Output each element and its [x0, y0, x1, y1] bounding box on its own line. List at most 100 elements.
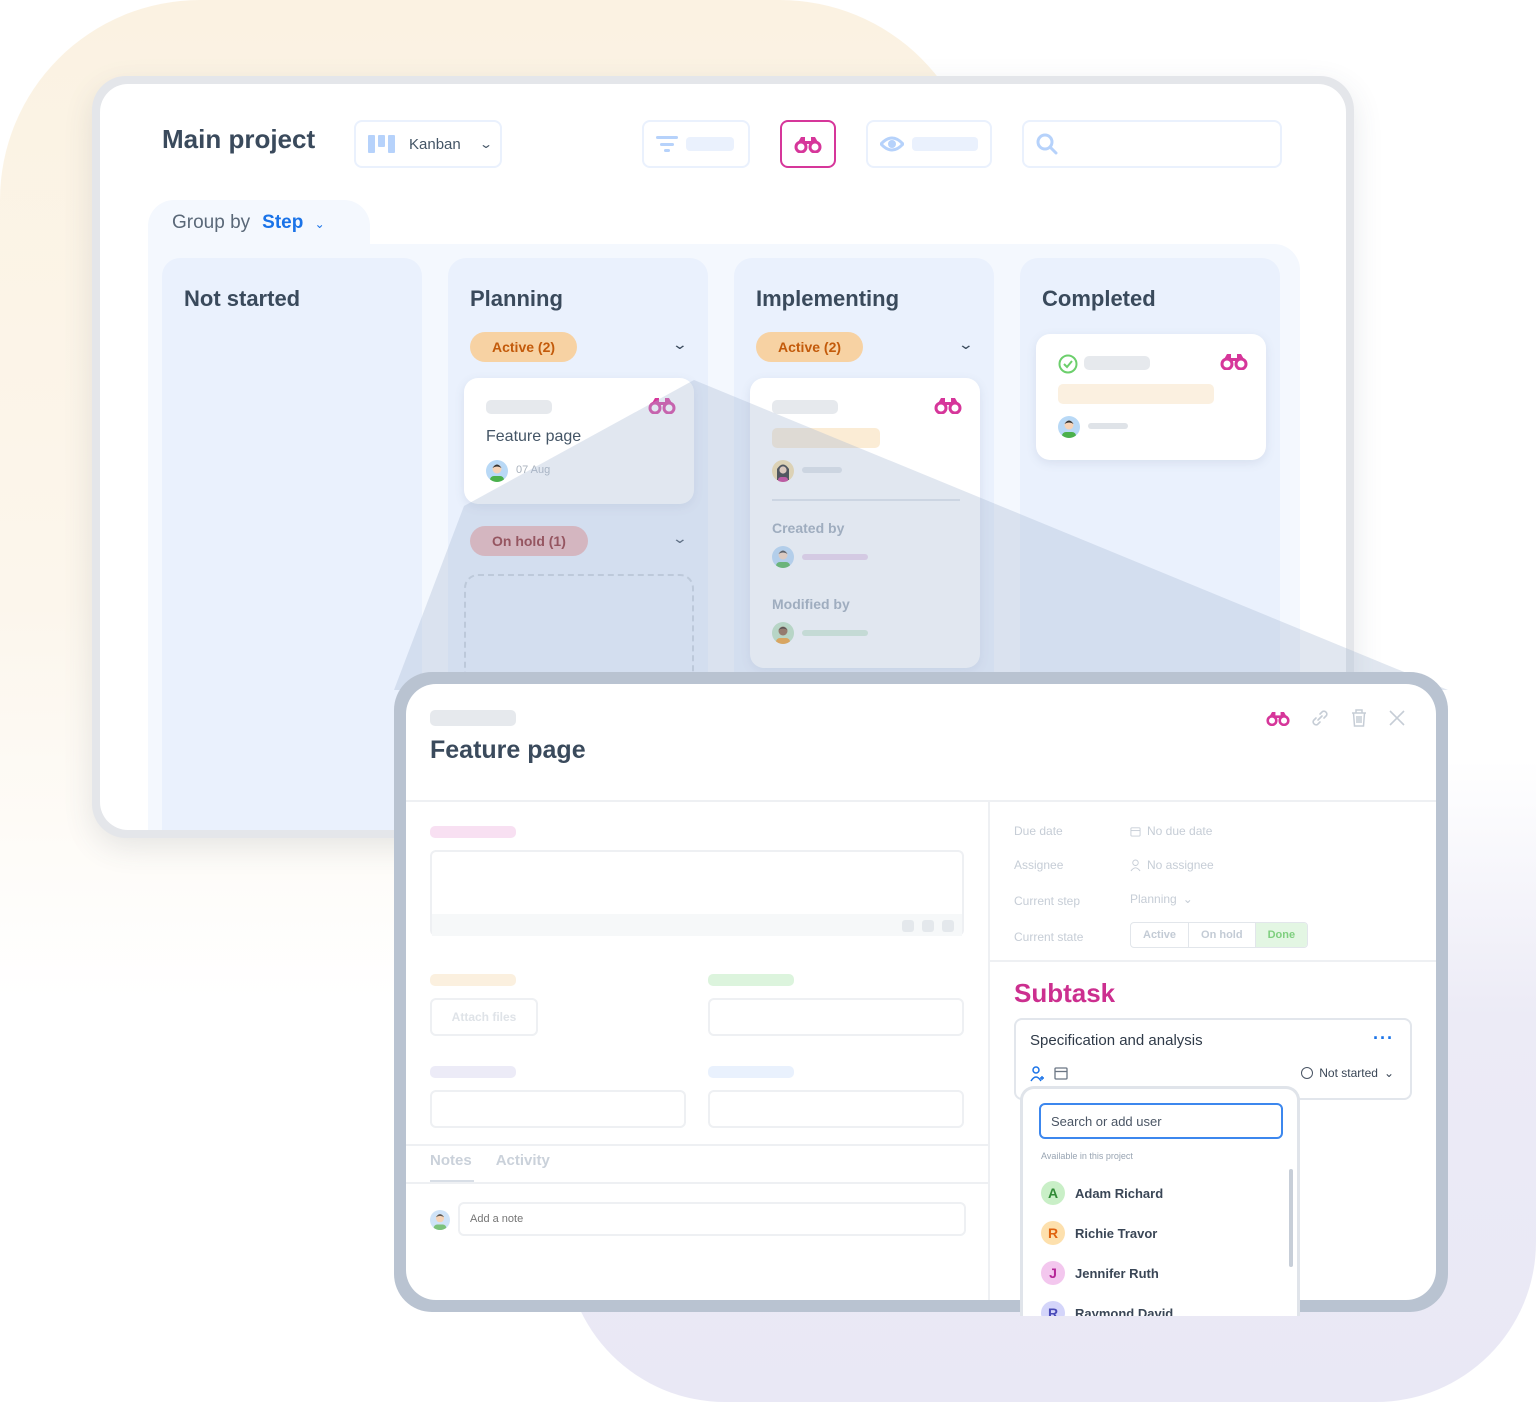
- user-name: Adam Richard: [1075, 1185, 1164, 1201]
- column-title: Planning: [470, 286, 563, 311]
- view-selector-label: Kanban: [409, 135, 461, 153]
- card-date: 07 Aug: [516, 464, 551, 476]
- card-title-placeholder: [1058, 384, 1214, 404]
- group-by-value: Step: [262, 212, 304, 233]
- add-note-input[interactable]: [458, 1202, 966, 1236]
- view-selector[interactable]: Kanban ⌄: [354, 120, 502, 168]
- group-pill-active[interactable]: Active (2): [756, 332, 864, 362]
- filter-button[interactable]: [642, 120, 750, 168]
- user-initial-avatar: J: [1041, 1261, 1065, 1285]
- field-label-placeholder: [708, 1066, 794, 1078]
- search-icon: [1036, 133, 1058, 155]
- creator-placeholder: [802, 554, 868, 560]
- user-initial-avatar: R: [1041, 1221, 1065, 1245]
- text-field[interactable]: [430, 1090, 686, 1128]
- group-pill-on-hold[interactable]: On hold (1): [470, 526, 588, 556]
- section-label: Available in this project: [1041, 1151, 1133, 1161]
- format-button[interactable]: [942, 920, 954, 932]
- task-tag-placeholder: [430, 710, 516, 726]
- binoculars-icon: [1220, 354, 1248, 370]
- assignee-placeholder: [1088, 423, 1128, 429]
- avatar: [486, 460, 508, 482]
- column-title: Implementing: [756, 286, 900, 311]
- modifier-placeholder: [802, 630, 868, 636]
- subtask-heading: Subtask: [1014, 978, 1116, 1008]
- group-by-label: Group by: [172, 212, 251, 233]
- user-picker-dropdown: Available in this project A Adam Richard…: [1020, 1086, 1300, 1316]
- binoculars-icon: [934, 398, 962, 414]
- description-label-placeholder: [430, 826, 516, 838]
- subtask-name: Specification and analysis: [1030, 1032, 1203, 1049]
- column-title: Completed: [1042, 286, 1156, 311]
- avatar: [772, 546, 794, 568]
- task-card-expanded[interactable]: Created by Modified by: [750, 378, 980, 668]
- created-by-label: Created by: [772, 520, 845, 536]
- text-field[interactable]: [708, 1090, 964, 1128]
- group-pill-active[interactable]: Active (2): [470, 332, 578, 362]
- chevron-down-icon[interactable]: ⌄: [672, 336, 688, 353]
- description-editor[interactable]: [430, 850, 964, 936]
- calendar-icon[interactable]: [1054, 1066, 1068, 1080]
- visibility-button[interactable]: [866, 120, 992, 168]
- task-title: Feature page: [430, 736, 586, 764]
- attach-files-button[interactable]: Attach files: [430, 998, 538, 1036]
- divider: [772, 499, 960, 501]
- search-field[interactable]: [1022, 120, 1282, 168]
- format-button[interactable]: [922, 920, 934, 932]
- avatar: [1058, 416, 1080, 438]
- avatar: [772, 622, 794, 644]
- task-card-completed[interactable]: [1036, 334, 1266, 460]
- binoculars-icon: [648, 398, 676, 414]
- check-circle-icon: [1058, 354, 1078, 374]
- user-option[interactable]: R Richie Travor: [1041, 1221, 1157, 1245]
- filter-icon: [656, 136, 678, 152]
- status-circle-icon: [1301, 1067, 1314, 1079]
- user-option[interactable]: A Adam Richard: [1041, 1181, 1163, 1205]
- user-name: Raymond David: [1075, 1305, 1174, 1317]
- modified-by-label: Modified by: [772, 596, 850, 612]
- user-add-icon[interactable]: [1030, 1066, 1044, 1082]
- user-option[interactable]: R Raymond David: [1041, 1301, 1173, 1316]
- assignee-placeholder: [802, 467, 842, 473]
- search-user-input[interactable]: [1039, 1103, 1283, 1139]
- user-initial-avatar: A: [1041, 1181, 1065, 1205]
- card-tag-placeholder: [1084, 356, 1150, 370]
- card-tag-placeholder: [486, 400, 552, 414]
- chevron-down-icon: ⌄: [478, 137, 493, 151]
- scrollbar[interactable]: [1289, 1169, 1293, 1267]
- divider: [406, 1182, 988, 1184]
- card-title-placeholder: [772, 428, 880, 448]
- avatar: [772, 460, 794, 482]
- chevron-down-icon: ⌄: [1383, 1066, 1394, 1080]
- chevron-down-icon: ⌄: [314, 217, 325, 231]
- page-title: Main project: [162, 124, 316, 154]
- filter-label-placeholder: [686, 137, 734, 151]
- attachments-label-placeholder: [430, 974, 516, 986]
- field-label-placeholder: [708, 974, 794, 986]
- field-label-placeholder: [430, 1066, 516, 1078]
- chevron-down-icon[interactable]: ⌄: [672, 530, 688, 547]
- format-button[interactable]: [902, 920, 914, 932]
- ellipsis-icon[interactable]: ···: [1373, 1028, 1394, 1049]
- column-not-started: Not started: [162, 258, 422, 830]
- kanban-icon: [368, 135, 395, 153]
- binoculars-icon: [794, 137, 822, 153]
- tab-notes[interactable]: Notes: [430, 1152, 472, 1169]
- column-title: Not started: [184, 286, 301, 311]
- tab-activity[interactable]: Activity: [496, 1152, 550, 1169]
- text-field[interactable]: [708, 998, 964, 1036]
- user-name: Richie Travor: [1075, 1225, 1158, 1241]
- binoculars-button[interactable]: [780, 120, 836, 168]
- editor-toolbar: [432, 914, 962, 936]
- subtask-status-select[interactable]: Not started ⌄: [1301, 1066, 1394, 1080]
- chevron-down-icon[interactable]: ⌄: [958, 336, 974, 353]
- visibility-label-placeholder: [912, 137, 978, 151]
- avatar: [430, 1210, 450, 1230]
- divider: [406, 1144, 988, 1146]
- user-option[interactable]: J Jennifer Ruth: [1041, 1261, 1159, 1285]
- user-name: Jennifer Ruth: [1075, 1265, 1159, 1281]
- card-tag-placeholder: [772, 400, 838, 414]
- user-initial-avatar: R: [1041, 1301, 1065, 1316]
- task-card[interactable]: Feature page 07 Aug: [464, 378, 694, 504]
- card-title: Feature page: [486, 428, 582, 445]
